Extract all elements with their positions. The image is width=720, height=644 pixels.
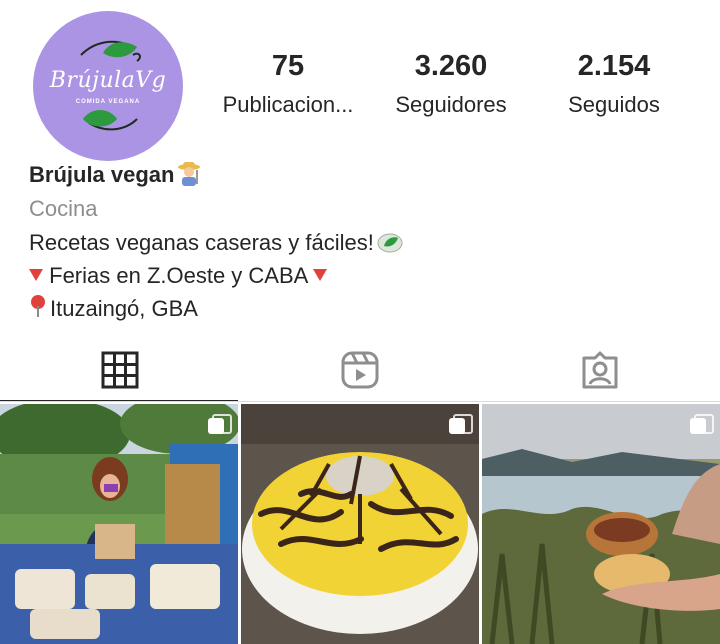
red-triangle-icon	[29, 269, 43, 281]
bio-line-text: Ferias en Z.Oeste y CABA	[49, 263, 308, 288]
profile-name: Brújula vegan	[29, 160, 202, 194]
profile-category: Cocina	[29, 196, 98, 221]
multiple-posts-icon	[208, 414, 232, 436]
post-tile[interactable]	[241, 404, 479, 644]
stat-label: Publicacion...	[222, 92, 354, 117]
tab-divider	[0, 401, 720, 402]
post-image-cake	[241, 404, 479, 644]
stat-following[interactable]: 2.154 Seguidos	[529, 48, 699, 120]
stat-value: 75	[271, 50, 305, 82]
tab-tagged[interactable]	[480, 338, 720, 402]
profile-name-text: Brújula vegan	[29, 162, 175, 187]
avatar-logo-text: BrújulaVg	[49, 68, 167, 93]
post-tile[interactable]	[482, 404, 720, 644]
reels-icon	[341, 351, 379, 389]
post-image-market-stall	[0, 404, 238, 644]
leaf-emoji-icon	[376, 230, 404, 262]
multiple-posts-icon	[690, 414, 714, 436]
multiple-posts-icon	[449, 414, 473, 436]
tagged-icon	[582, 351, 618, 389]
bio-line: Recetas veganas caseras y fáciles!	[29, 228, 404, 262]
bio-line: Ferias en Z.Oeste y CABA	[29, 261, 328, 291]
post-image-empanadas-landscape	[482, 404, 720, 644]
bio-line: Ituzaingó, GBA	[29, 294, 198, 326]
grid-icon	[101, 351, 139, 389]
bio-line-text: Recetas veganas caseras y fáciles!	[29, 230, 374, 255]
location-pin-icon	[29, 294, 47, 326]
stat-label: Seguidos	[568, 92, 660, 117]
stat-value: 3.260	[414, 50, 488, 82]
stat-posts[interactable]: 75 Publicacion...	[203, 48, 373, 120]
tab-reels[interactable]	[240, 338, 480, 402]
red-triangle-icon	[313, 269, 328, 281]
farmer-emoji-icon	[176, 160, 202, 194]
tab-posts-grid[interactable]	[0, 338, 240, 402]
avatar-logo-subtext: COMIDA VEGANA	[75, 99, 141, 105]
stat-value: 2.154	[577, 50, 651, 82]
bio-line-text: Ituzaingó, GBA	[50, 296, 198, 321]
post-tile[interactable]	[0, 404, 238, 644]
profile-avatar[interactable]: BrújulaVg COMIDA VEGANA	[33, 11, 183, 161]
stat-followers[interactable]: 3.260 Seguidores	[366, 48, 536, 120]
stat-label: Seguidores	[395, 92, 507, 117]
